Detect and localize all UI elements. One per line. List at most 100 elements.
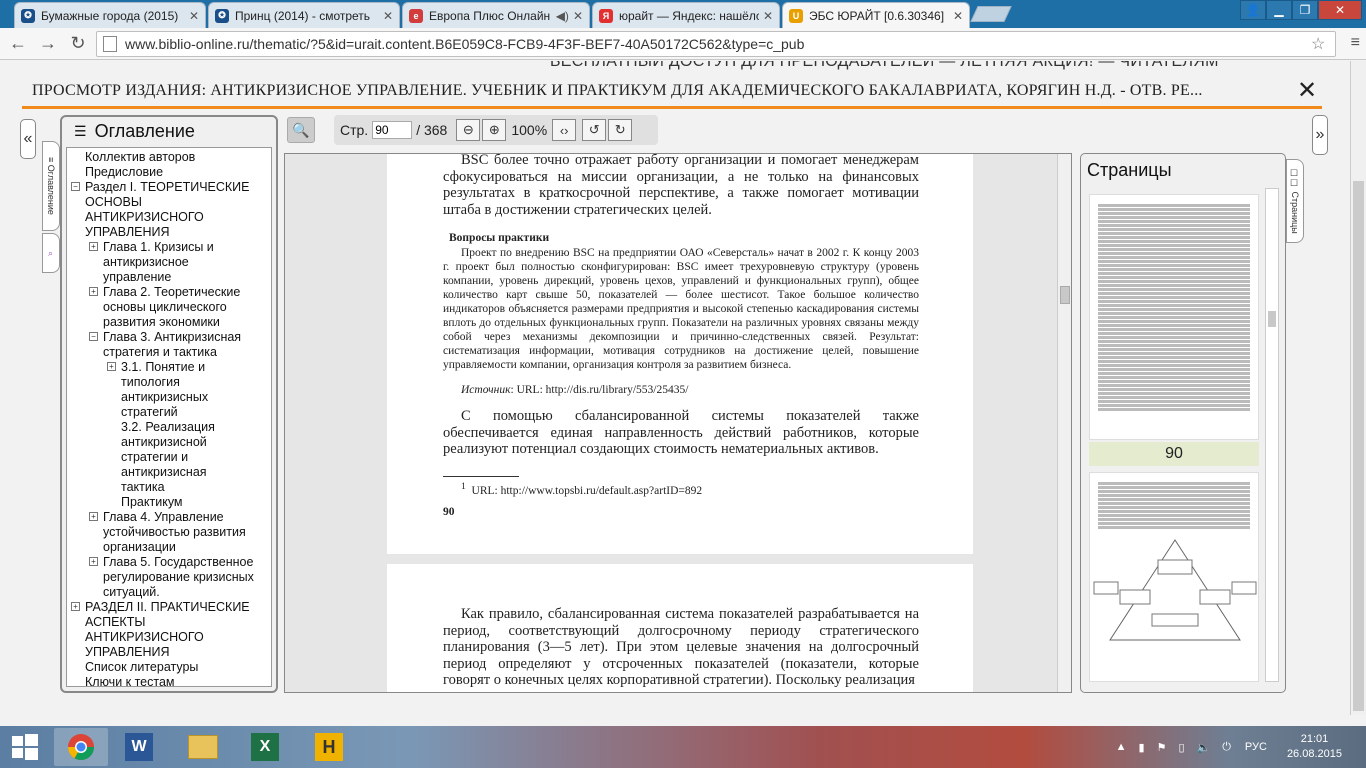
close-window-button[interactable]: ✕	[1318, 0, 1362, 20]
collapse-right-button[interactable]: »	[1312, 115, 1328, 155]
toc-item[interactable]: +3.1. Понятие и типология антикризисных …	[67, 360, 271, 420]
language-indicator[interactable]: РУС	[1245, 741, 1267, 753]
toc-item[interactable]: − Раздел I. ТЕОРЕТИЧЕСКИЕ ОСНОВЫ АНТИКРИЗ…	[67, 180, 271, 240]
footnote: 1 URL: http://www.topsbi.ru/default.asp?…	[443, 481, 919, 497]
power-icon[interactable]: ⏻	[1222, 741, 1231, 754]
search-side-tab[interactable]: ⌕	[42, 233, 60, 273]
app-taskbar-icon[interactable]: H	[302, 728, 356, 766]
search-button[interactable]: 🔍	[287, 117, 315, 143]
toc-header: ☰ Оглавление	[62, 117, 276, 145]
expand-icon[interactable]: +	[89, 512, 98, 521]
toc-item-label: Глава 2. Теоретические основы циклическо…	[103, 285, 241, 329]
toc-item[interactable]: − Глава 3. Антикризисная стратегия и такт…	[67, 330, 271, 360]
start-button[interactable]	[0, 728, 50, 766]
page-thumbnail[interactable]	[1089, 472, 1259, 682]
site-favicon-icon: ✪	[21, 8, 35, 23]
rotate-left-icon[interactable]: ↺	[582, 119, 607, 141]
document-viewer[interactable]: BSC более точно отражает работу организа…	[284, 153, 1072, 693]
chrome-taskbar-icon[interactable]	[54, 728, 108, 766]
browser-tab[interactable]: Я юрайт — Яндекс: нашёлс ✕	[592, 2, 780, 28]
explorer-taskbar-icon[interactable]	[176, 728, 230, 766]
toc-item[interactable]: + Глава 5. Государственное регулирование …	[67, 555, 271, 600]
network-icon[interactable]: ▮	[1139, 741, 1145, 754]
flag-icon[interactable]: ⚑	[1157, 741, 1167, 754]
tray-expand-icon[interactable]: ▲	[1116, 741, 1127, 753]
paragraph: С помощью сбалансированной системы показ…	[443, 408, 919, 457]
toc-item[interactable]: + Глава 2. Теоретические основы циклическ…	[67, 285, 271, 330]
paragraph: BSC более точно отражает работу организа…	[443, 153, 919, 218]
page-number-input[interactable]	[372, 121, 413, 139]
close-tab-icon[interactable]: ✕	[573, 9, 583, 23]
toc-side-tab[interactable]: ≡ Оглавление	[42, 141, 60, 231]
expand-icon[interactable]: +	[89, 242, 98, 251]
toc-item[interactable]: Список литературы	[67, 660, 271, 675]
clock-time: 21:01	[1300, 733, 1329, 745]
close-tab-icon[interactable]: ✕	[189, 9, 199, 23]
section-heading: Вопросы практики	[449, 232, 550, 244]
toc-item[interactable]: + РАЗДЕЛ II. ПРАКТИЧЕСКИЕ АСПЕКТЫ АНТИКРИ…	[67, 600, 271, 660]
toc-item-label: Глава 1. Кризисы и антикризисное управле…	[103, 240, 214, 284]
source-url[interactable]: : URL: http://dis.ru/library/553/25435/	[511, 384, 689, 396]
tab-title: Принц (2014) - смотреть	[235, 8, 371, 23]
folder-icon	[188, 735, 218, 759]
menu-icon[interactable]: ≡	[1351, 34, 1360, 52]
bookmark-star-icon[interactable]: ☆	[1311, 34, 1335, 54]
collapse-icon[interactable]: −	[89, 332, 98, 341]
browser-tab[interactable]: ✪ Бумажные города (2015) ✕	[14, 2, 206, 28]
close-tab-icon[interactable]: ✕	[383, 9, 393, 23]
address-bar[interactable]: www.biblio-online.ru/thematic/?5&id=urai…	[96, 31, 1336, 57]
new-tab-button[interactable]	[970, 6, 1012, 22]
scrollbar-thumb[interactable]	[1268, 311, 1276, 327]
expand-icon[interactable]: +	[89, 557, 98, 566]
excel-taskbar-icon[interactable]: X	[238, 728, 292, 766]
rotate-right-icon[interactable]: ↻	[608, 119, 633, 141]
expand-icon[interactable]: +	[89, 287, 98, 296]
clock[interactable]: 21:01 26.08.2015	[1275, 732, 1366, 762]
collapse-left-button[interactable]: «	[20, 119, 36, 159]
page-icon	[103, 36, 117, 52]
browser-tab[interactable]: ✪ Принц (2014) - смотреть ✕	[208, 2, 400, 28]
toc-item[interactable]: Коллектив авторов	[67, 150, 271, 165]
toc-item-label: Глава 3. Антикризисная стратегия и такти…	[103, 330, 242, 359]
viewer-toolbar: Стр. / 368 ⊖ ⊕ 100% ‹› ↺ ↻	[334, 115, 658, 145]
toc-item[interactable]: Предисловие	[67, 165, 271, 180]
fit-width-icon[interactable]: ‹›	[552, 119, 577, 141]
restore-button[interactable]: ❐	[1292, 0, 1318, 20]
zoom-in-icon[interactable]: ⊕	[482, 119, 507, 141]
scrollbar-thumb[interactable]	[1353, 181, 1364, 711]
site-favicon-icon: ✪	[215, 8, 229, 23]
user-icon[interactable]: 👤	[1240, 0, 1266, 20]
collapse-icon[interactable]: −	[71, 182, 80, 191]
toc-item[interactable]: + Глава 4. Управление устойчивостью разви…	[67, 510, 271, 555]
promo-banner[interactable]: БЕСПЛАТНЫЙ ДОСТУП ДЛЯ ПРЕПОДАВАТЕЛЕЙ — Л…	[550, 61, 1219, 71]
page-thumbnail[interactable]	[1089, 194, 1259, 440]
back-arrow-icon[interactable]: ←	[6, 32, 30, 56]
page-scrollbar[interactable]	[1350, 61, 1366, 715]
toc-item-label: Раздел I. ТЕОРЕТИЧЕСКИЕ ОСНОВЫ АНТИКРИЗИ…	[85, 180, 250, 239]
pages-side-tab[interactable]: ☐☐ Страницы	[1286, 159, 1304, 243]
volume-icon[interactable]: 🔈	[1197, 741, 1211, 754]
close-tab-icon[interactable]: ✕	[953, 9, 963, 23]
expand-icon[interactable]: +	[71, 602, 80, 611]
close-viewer-button[interactable]: ✕	[1292, 76, 1322, 105]
toc-item[interactable]: Практикум	[67, 495, 271, 510]
expand-icon[interactable]: +	[107, 362, 116, 371]
browser-tab[interactable]: e Европа Плюс Онлайн ◀) ✕	[402, 2, 590, 28]
toc-list: Коллектив авторов Предисловие − Раздел I.…	[66, 147, 272, 687]
toc-item[interactable]: + Глава 1. Кризисы и антикризисное управл…	[67, 240, 271, 285]
toc-item-label: 3.1. Понятие и типология антикризисных с…	[121, 360, 209, 419]
device-icon[interactable]: ▯	[1178, 741, 1184, 754]
document-scrollbar[interactable]	[1057, 154, 1071, 692]
scrollbar-thumb[interactable]	[1060, 286, 1070, 304]
word-taskbar-icon[interactable]: W	[112, 728, 166, 766]
source-label: Источник	[461, 384, 511, 396]
toc-item[interactable]: 3.2. Реализация антикризисной стратегии …	[67, 420, 271, 495]
minimize-button[interactable]: ▁	[1266, 0, 1292, 20]
zoom-out-icon[interactable]: ⊖	[456, 119, 481, 141]
forward-arrow-icon[interactable]: →	[36, 32, 60, 56]
toc-item[interactable]: Ключи к тестам	[67, 675, 271, 686]
reload-icon[interactable]: ↻	[66, 32, 90, 56]
pages-scrollbar[interactable]	[1265, 188, 1279, 682]
close-tab-icon[interactable]: ✕	[763, 9, 773, 23]
browser-tab-active[interactable]: U ЭБС ЮРАЙТ [0.6.30346] ✕	[782, 2, 970, 28]
